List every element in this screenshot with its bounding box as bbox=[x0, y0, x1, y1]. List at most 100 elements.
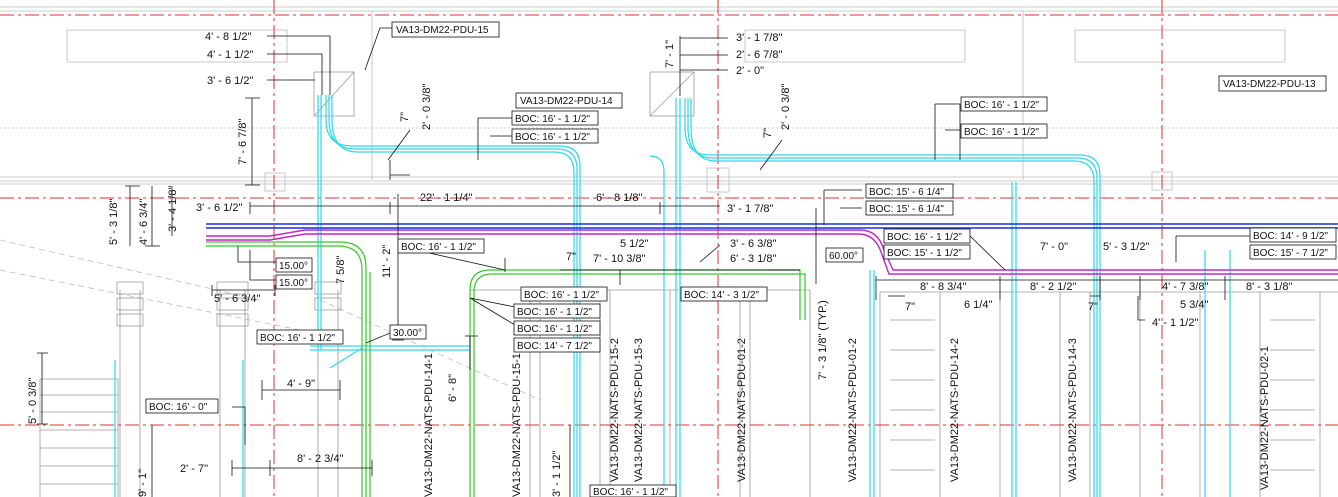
boc-tag-label: BOC: 16' - 1 1/2" bbox=[517, 307, 592, 318]
boc-tag-label: BOC: 16' - 1 1/2" bbox=[515, 132, 590, 143]
boc-tag: BOC: 16' - 1 1/2" bbox=[960, 96, 1048, 112]
dimension-labels: 4' - 8 1/2" 4' - 1 1/2" 3' - 6 1/2" 3' -… bbox=[27, 31, 1292, 497]
boc-tag: BOC: 16' - 1 1/2" bbox=[256, 329, 344, 345]
boc-tag: BOC: 14' - 7 1/2" bbox=[513, 337, 601, 353]
dimension-label: 11' - 2" bbox=[381, 245, 393, 278]
boc-tag: BOC: 16' - 1 1/2" bbox=[513, 320, 601, 336]
dimension-label: 8' - 2 1/2" bbox=[1030, 281, 1076, 293]
boc-tag-label: BOC: 16' - 1 1/2" bbox=[515, 114, 590, 125]
boc-tag: BOC: 16' - 1 1/2" bbox=[960, 123, 1048, 139]
dimension-label: 3' - 1 7/8" bbox=[736, 32, 782, 44]
circuit-label: VA13-DM22-NATS-PDU-14-1 bbox=[423, 353, 435, 497]
dimension-label: 7" bbox=[1088, 301, 1098, 313]
dimension-label: 6 1/4" bbox=[964, 299, 992, 311]
cad-drawing: VA13-DM22-PDU-15 VA13-DM22-PDU-14 VA13-D… bbox=[0, 0, 1338, 497]
circuit-label: VA13-DM22-NATS-PDU-14-3 bbox=[1067, 338, 1079, 482]
dimension-label: 7" bbox=[566, 251, 576, 263]
angle-tag-label: 30.00° bbox=[393, 328, 422, 339]
boc-tag: BOC: 16' - 1 1/2" bbox=[589, 484, 677, 497]
boc-tag-label: BOC: 15' - 6 1/4" bbox=[869, 187, 944, 198]
dimension-label: 7" bbox=[399, 112, 411, 122]
angle-tag: 15.00° bbox=[275, 274, 313, 290]
dimension-label: 5' - 6 3/4" bbox=[214, 293, 260, 305]
dimension-label: 8' - 2 3/4" bbox=[297, 453, 343, 465]
dimension-label: 7' - 0" bbox=[1040, 241, 1068, 253]
circuit-label: VA13-DM22-NATS-PDU-14-2 bbox=[949, 338, 961, 482]
dimension-label: 2' - 6 7/8" bbox=[736, 49, 782, 61]
dimension-label: 8' - 3 1/8" bbox=[1246, 281, 1292, 293]
boc-tag: BOC: 14' - 3 1/2" bbox=[680, 286, 768, 302]
dimension-label: 22' - 1 1/4" bbox=[420, 192, 473, 204]
circuit-label: VA13-DM22-NATS-PDU-01-2 bbox=[736, 338, 748, 482]
angle-tag-label: 15.00° bbox=[279, 261, 308, 272]
boc-tag-label: BOC: 15' - 1 1/2" bbox=[887, 248, 962, 259]
boc-tag: BOC: 15' - 6 1/4" bbox=[865, 200, 954, 216]
dimension-label: 7' - 3 1/8" (TYP.) bbox=[817, 300, 829, 380]
dimension-label: 4' - 1 1/2" bbox=[207, 49, 253, 61]
boc-tag-label: BOC: 15' - 7 1/2" bbox=[1253, 248, 1328, 259]
equipment-tag: VA13-DM22-PDU-13 bbox=[1218, 75, 1327, 92]
dimension-label: 5' - 3 1/8" bbox=[108, 199, 120, 245]
boc-tag-label: BOC: 14' - 9 1/2" bbox=[1253, 231, 1328, 242]
dimension-label: 4' - 9" bbox=[287, 378, 315, 390]
circuit-label: VA13-DM22-NATS-PDU-02-1 bbox=[1259, 346, 1271, 490]
boc-tag: BOC: 15' - 6 1/4" bbox=[865, 183, 954, 199]
boc-tag: BOC: 15' - 7 1/2" bbox=[1249, 244, 1337, 260]
equipment-tag-label: VA13-DM22-PDU-13 bbox=[1223, 79, 1316, 90]
boc-tag-label: BOC: 16' - 1 1/2" bbox=[401, 242, 476, 253]
boc-tag: BOC: 15' - 1 1/2" bbox=[883, 244, 971, 260]
dimension-label: 6' - 8" bbox=[447, 374, 459, 402]
dimension-label: 3' - 1 7/8" bbox=[727, 203, 773, 215]
equipment-tag: VA13-DM22-PDU-15 bbox=[391, 21, 500, 38]
circuit-label: VA13-DM22-NATS-PDU-01-2 bbox=[847, 338, 859, 482]
boc-tag-label: BOC: 16' - 1 1/2" bbox=[524, 290, 599, 301]
boc-tag-label: BOC: 16' - 0" bbox=[149, 402, 208, 413]
equipment-tag: VA13-DM22-PDU-14 bbox=[515, 92, 623, 109]
dimension-label: 5 3/4" bbox=[1180, 299, 1208, 311]
dimension-label: 6' - 3 1/8" bbox=[730, 253, 776, 265]
angle-tag: 15.00° bbox=[275, 257, 313, 273]
dimension-label: 3' - 6 3/8" bbox=[730, 238, 776, 250]
dimension-label: 7" bbox=[762, 128, 774, 138]
equipment-tags: VA13-DM22-PDU-15 VA13-DM22-PDU-14 VA13-D… bbox=[391, 21, 1327, 109]
dimension-label: 4' - 7 3/8" bbox=[1162, 281, 1208, 293]
dimension-label: 7' - 6 7/8" bbox=[237, 119, 249, 165]
dimension-label: 4' - 1 1/2" bbox=[1152, 317, 1198, 329]
angle-tag-label: 60.00° bbox=[829, 251, 858, 262]
angle-tag-label: 15.00° bbox=[279, 278, 308, 289]
dimension-label: 3' - 6 1/2" bbox=[207, 75, 253, 87]
dimension-label: 9' - 1" bbox=[137, 469, 149, 497]
boc-tag: BOC: 16' - 1 1/2" bbox=[520, 286, 608, 302]
boc-tag: BOC: 16' - 1 1/2" bbox=[883, 228, 971, 244]
dimension-label: 3' - 1 1/2" bbox=[551, 451, 563, 497]
dimension-label: 7' - 1" bbox=[664, 40, 676, 68]
dimension-label: 8' - 8 3/4" bbox=[920, 281, 966, 293]
equipment-tag-label: VA13-DM22-PDU-15 bbox=[396, 25, 489, 36]
boc-tag-label: BOC: 15' - 6 1/4" bbox=[869, 204, 944, 215]
equipment-tag-label: VA13-DM22-PDU-14 bbox=[520, 96, 613, 107]
boc-tag-label: BOC: 14' - 3 1/2" bbox=[684, 290, 759, 301]
circuit-label: VA13-DM22-NATS-PDU-15-2 bbox=[609, 338, 621, 482]
dimension-label: 2' - 7" bbox=[180, 463, 208, 475]
dimension-label: 7' - 10 3/8" bbox=[593, 253, 646, 265]
dimension-label: 5 1/2" bbox=[620, 238, 648, 250]
dimension-label: 7" bbox=[905, 301, 915, 313]
dimension-label: 2' - 0 3/8" bbox=[780, 84, 792, 130]
boc-tag-label: BOC: 16' - 1 1/2" bbox=[887, 232, 962, 243]
boc-tag: BOC: 16' - 0" bbox=[145, 398, 219, 414]
boc-tag-label: BOC: 16' - 1 1/2" bbox=[964, 127, 1039, 138]
boc-tag-label: BOC: 16' - 1 1/2" bbox=[260, 333, 335, 344]
circuit-label: VA13-DM22-NATS-PDU-15-3 bbox=[633, 338, 645, 482]
dimension-label: 5' - 3 1/2" bbox=[1103, 241, 1149, 253]
dimension-label: 4' - 8 1/2" bbox=[205, 31, 251, 43]
angle-tag: 60.00° bbox=[825, 247, 864, 263]
dimension-label: 3' - 4 1/8" bbox=[167, 186, 179, 232]
boc-tag: BOC: 16' - 1 1/2" bbox=[511, 110, 599, 126]
circuit-label: VA13-DM22-NATS-PDU-15-1 bbox=[511, 353, 523, 497]
boc-tag-label: BOC: 16' - 1 1/2" bbox=[517, 324, 592, 335]
angle-tag: 30.00° bbox=[389, 324, 427, 340]
dimension-label: 4' - 6 3/4" bbox=[138, 199, 150, 245]
boc-tag: BOC: 16' - 1 1/2" bbox=[511, 128, 599, 144]
dimension-label: 6' - 8 1/8" bbox=[596, 192, 642, 204]
boc-tag-label: BOC: 16' - 1 1/2" bbox=[964, 100, 1039, 111]
